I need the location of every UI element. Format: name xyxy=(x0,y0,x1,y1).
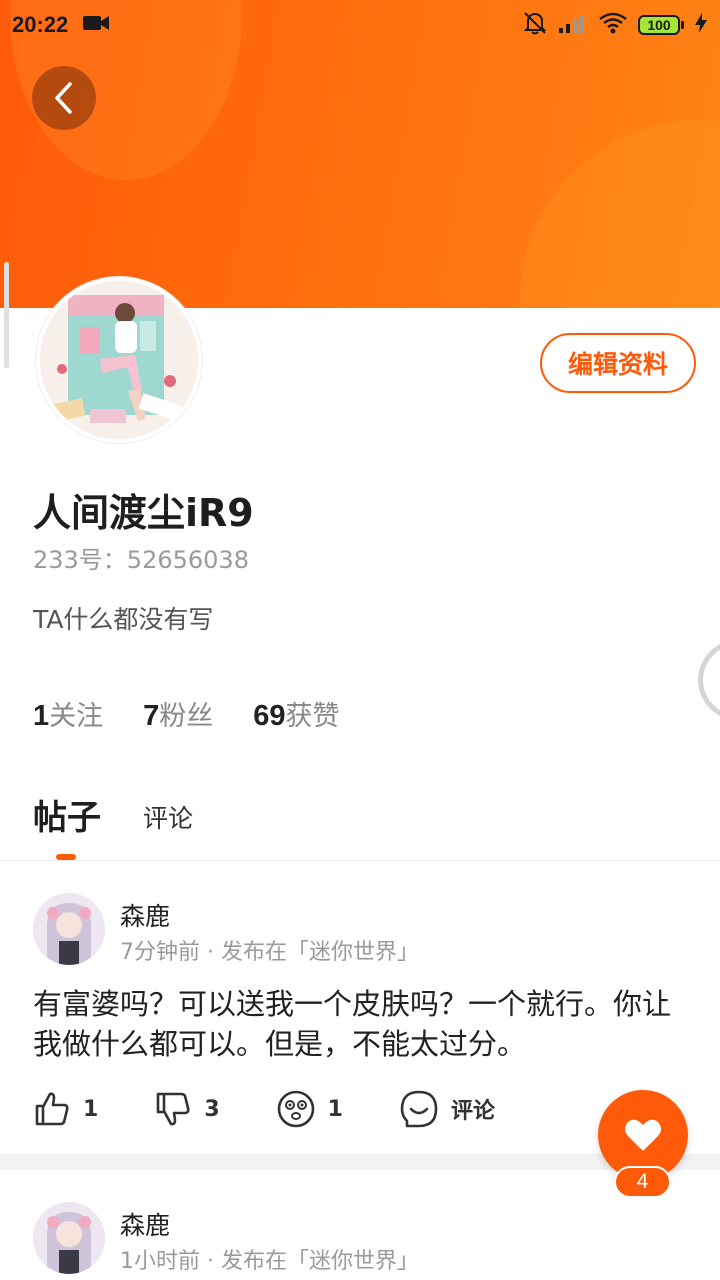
wow-reaction-button[interactable]: 1 xyxy=(276,1089,343,1129)
dizzy-face-icon xyxy=(277,1090,314,1128)
profile-tabs: 帖子 评论 xyxy=(33,790,193,839)
mute-bell-icon xyxy=(522,10,548,40)
back-button[interactable] xyxy=(32,66,96,130)
charging-icon xyxy=(694,12,708,38)
stat-label: 获赞 xyxy=(285,701,340,732)
user-id: 233号：52656038 xyxy=(33,546,249,574)
thumbs-down-icon xyxy=(157,1092,190,1126)
thumbs-up-icon xyxy=(35,1092,69,1126)
comment-label: 评论 xyxy=(450,1099,495,1124)
dislike-button[interactable]: 3 xyxy=(154,1090,220,1128)
dislike-count: 3 xyxy=(204,1096,220,1122)
post-author-name[interactable]: 森鹿 xyxy=(120,1206,170,1242)
stat-following[interactable]: 1 关注 xyxy=(33,694,103,733)
battery-icon: 100 xyxy=(638,15,684,35)
post-author-avatar[interactable] xyxy=(33,893,105,965)
wow-count: 1 xyxy=(327,1096,343,1122)
divider xyxy=(0,860,720,861)
side-drawer-handle[interactable] xyxy=(698,640,720,720)
battery-level: 100 xyxy=(638,15,680,35)
wifi-icon xyxy=(598,12,628,38)
comment-button[interactable]: 评论 xyxy=(399,1089,495,1129)
comment-bubble-icon xyxy=(400,1090,438,1128)
user-bio: TA什么都没有写 xyxy=(33,605,214,634)
post-author-avatar[interactable] xyxy=(33,1202,105,1274)
profile-stats: 1 关注 7 粉丝 69 获赞 xyxy=(33,694,340,733)
tab-comments[interactable]: 评论 xyxy=(143,799,193,839)
signal-icon xyxy=(558,12,588,38)
username: 人间渡尘iR9 xyxy=(33,491,254,535)
like-count: 1 xyxy=(83,1096,99,1122)
post-author-name[interactable]: 森鹿 xyxy=(120,897,170,933)
stat-label: 关注 xyxy=(49,701,104,732)
post-meta: 7分钟前 · 发布在「迷你世界」 xyxy=(120,940,419,965)
scroll-indicator xyxy=(4,262,9,368)
post-actions: 1 3 1 评论 xyxy=(33,1089,551,1129)
chevron-left-icon xyxy=(55,82,72,114)
edit-profile-button[interactable]: 编辑资料 xyxy=(540,333,696,393)
stat-value: 7 xyxy=(143,700,160,732)
stat-label: 粉丝 xyxy=(159,701,214,732)
status-bar: 20:22 100 xyxy=(0,0,720,50)
video-recording-icon xyxy=(82,13,110,37)
like-button[interactable]: 1 xyxy=(33,1090,98,1128)
post-meta: 1小时前 · 发布在「迷你世界」 xyxy=(120,1249,419,1274)
heart-icon xyxy=(625,1119,661,1151)
status-time: 20:22 xyxy=(12,12,69,37)
tab-posts[interactable]: 帖子 xyxy=(33,790,101,839)
post-body[interactable]: 有富婆吗？可以送我一个皮肤吗？一个就行。你让我做什么都可以。但是，不能太过分。 xyxy=(33,984,693,1064)
stat-followers[interactable]: 7 粉丝 xyxy=(143,694,213,733)
stat-value: 1 xyxy=(33,700,50,732)
stat-likes: 69 获赞 xyxy=(253,694,339,733)
profile-avatar[interactable] xyxy=(36,277,202,443)
stat-value: 69 xyxy=(253,700,286,732)
like-count-badge: 4 xyxy=(614,1166,671,1198)
